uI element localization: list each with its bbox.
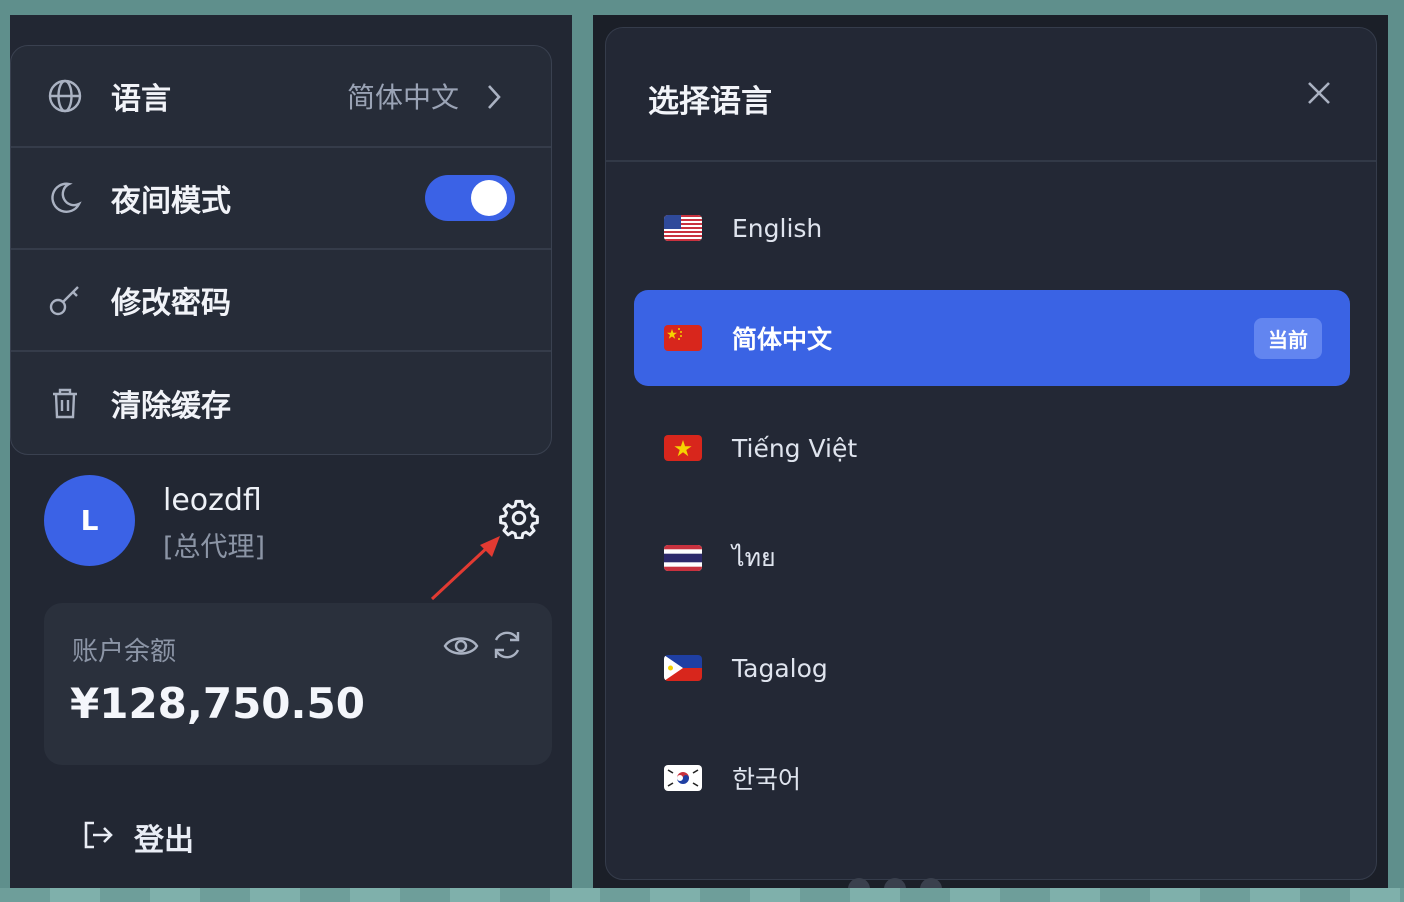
settings-menu: 语言 简体中文 夜间模式 修改密码 清除缓存 xyxy=(10,45,552,455)
settings-panel: ⇆ 转账 语言 简体中文 夜间模式 xyxy=(10,15,572,888)
dialog-title: 选择语言 xyxy=(648,84,772,120)
language-option-korean[interactable]: 한국어 xyxy=(634,730,1350,826)
menu-item-label: 语言 xyxy=(111,82,171,117)
language-option-tagalog[interactable]: Tagalog xyxy=(634,620,1350,716)
language-option-english[interactable]: English xyxy=(634,180,1350,276)
us-flag-icon xyxy=(664,215,702,241)
language-name: Tiếng Việt xyxy=(732,433,858,463)
trash-icon xyxy=(47,385,83,421)
menu-item-clear-cache[interactable]: 清除缓存 xyxy=(11,352,551,454)
current-language-value: 简体中文 xyxy=(346,81,459,114)
night-mode-toggle[interactable] xyxy=(425,175,515,221)
language-name: English xyxy=(732,213,823,243)
user-role: [总代理] xyxy=(163,532,266,563)
menu-item-night-mode: 夜间模式 xyxy=(11,148,551,250)
background-stripe xyxy=(0,888,1404,902)
menu-item-change-password[interactable]: 修改密码 xyxy=(11,250,551,352)
globe-icon xyxy=(47,78,83,114)
cn-flag-icon xyxy=(664,325,702,351)
logout-button[interactable]: 登出 xyxy=(80,815,194,859)
language-list: English 简体中文 当前 Tiếng Việt ไทย Tagalog 한… xyxy=(634,180,1350,840)
language-dialog-screen: 选择语言 English 简体中文 当前 Tiếng Việt ไทย Taga… xyxy=(593,15,1388,888)
menu-item-language[interactable]: 语言 简体中文 xyxy=(11,46,551,148)
logout-label: 登出 xyxy=(134,823,194,858)
eye-icon[interactable] xyxy=(443,631,479,665)
menu-item-label: 夜间模式 xyxy=(111,184,231,219)
balance-label: 账户余额 xyxy=(72,637,177,667)
balance-card: 账户余额 ¥128,750.50 xyxy=(44,603,552,765)
menu-item-label: 修改密码 xyxy=(111,286,231,321)
dialog-header: 选择语言 xyxy=(606,28,1376,162)
language-option-thai[interactable]: ไทย xyxy=(634,510,1350,606)
language-name: ไทย xyxy=(732,543,776,572)
kr-flag-icon xyxy=(664,765,702,791)
avatar: L xyxy=(44,475,135,566)
language-option-simplified-chinese[interactable]: 简体中文 当前 xyxy=(634,290,1350,386)
close-icon[interactable] xyxy=(1306,80,1332,110)
current-badge: 当前 xyxy=(1254,318,1322,359)
ph-flag-icon xyxy=(664,655,702,681)
background-dots xyxy=(848,878,942,888)
username: leozdfl xyxy=(163,483,262,518)
key-icon xyxy=(47,282,83,318)
toggle-knob xyxy=(471,180,507,216)
menu-item-label: 清除缓存 xyxy=(111,389,231,424)
language-dialog: 选择语言 English 简体中文 当前 Tiếng Việt ไทย Taga… xyxy=(605,27,1377,880)
annotation-arrow xyxy=(428,533,508,607)
language-name: 한국어 xyxy=(732,765,802,794)
language-option-vietnamese[interactable]: Tiếng Việt xyxy=(634,400,1350,496)
language-name: Tagalog xyxy=(732,653,828,683)
refresh-icon[interactable] xyxy=(490,628,524,666)
logout-icon xyxy=(80,817,116,857)
moon-icon xyxy=(47,180,83,216)
vn-flag-icon xyxy=(664,435,702,461)
chevron-right-icon xyxy=(485,83,503,115)
th-flag-icon xyxy=(664,545,702,571)
language-name: 简体中文 xyxy=(732,325,833,354)
balance-value: ¥128,750.50 xyxy=(70,679,365,728)
